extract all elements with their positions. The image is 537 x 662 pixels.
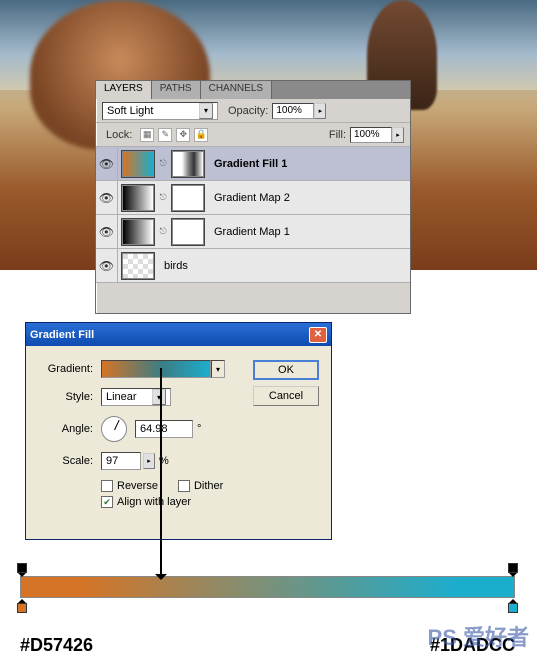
dither-checkbox[interactable] <box>178 480 190 492</box>
cancel-button[interactable]: Cancel <box>253 386 319 406</box>
mask-thumbnail[interactable] <box>172 151 204 177</box>
opacity-input[interactable]: 100% <box>272 103 314 119</box>
opacity-stop-right[interactable] <box>508 563 518 575</box>
style-label: Style: <box>38 391 93 403</box>
hex-left: #D57426 <box>20 635 93 656</box>
gradient-fill-dialog: Gradient Fill ✕ OK Cancel Gradient: ▾ St… <box>25 322 332 540</box>
layers-panel: LAYERS PATHS CHANNELS Soft Light ▾ Opaci… <box>95 80 411 314</box>
layer-name: birds <box>164 260 188 272</box>
fill-input[interactable]: 100% <box>350 127 392 143</box>
panel-tabs: LAYERS PATHS CHANNELS <box>96 81 410 99</box>
layer-name: Gradient Map 1 <box>214 226 290 238</box>
gradient-preview[interactable] <box>101 360 211 378</box>
lock-position-icon[interactable]: ✥ <box>176 128 190 142</box>
fill-label: Fill: <box>329 129 346 141</box>
scale-input[interactable] <box>101 452 141 470</box>
angle-input[interactable] <box>135 420 193 438</box>
eye-icon[interactable]: 👁 <box>99 157 114 171</box>
gradient-editor <box>20 562 515 622</box>
annotation-arrow <box>160 368 162 578</box>
link-icon: ⎋ <box>158 158 168 169</box>
layer-name: Gradient Fill 1 <box>214 158 287 170</box>
tab-paths[interactable]: PATHS <box>152 81 201 99</box>
dialog-title: Gradient Fill <box>30 329 94 341</box>
close-icon[interactable]: ✕ <box>309 327 327 343</box>
dither-label: Dither <box>194 480 223 492</box>
reverse-checkbox[interactable] <box>101 480 113 492</box>
scale-arrow[interactable]: ▸ <box>143 453 155 469</box>
layer-row[interactable]: 👁 birds <box>96 249 410 283</box>
layer-thumbnail[interactable] <box>122 219 154 245</box>
layer-row[interactable]: 👁 ⎋ Gradient Fill 1 <box>96 147 410 181</box>
gradient-dropdown-arrow[interactable]: ▾ <box>211 360 225 378</box>
chevron-down-icon: ▾ <box>199 103 213 119</box>
blend-opacity-row: Soft Light ▾ Opacity: 100% ▸ <box>96 99 410 123</box>
opacity-label: Opacity: <box>228 105 268 117</box>
chevron-down-icon: ▾ <box>152 389 166 405</box>
opacity-arrow[interactable]: ▸ <box>314 103 326 119</box>
layer-name: Gradient Map 2 <box>214 192 290 204</box>
dialog-titlebar[interactable]: Gradient Fill ✕ <box>26 323 331 346</box>
lock-all-icon[interactable]: 🔒 <box>194 128 208 142</box>
fill-arrow[interactable]: ▸ <box>392 127 404 143</box>
scale-label: Scale: <box>38 455 93 467</box>
eye-icon[interactable]: 👁 <box>99 225 114 239</box>
eye-icon[interactable]: 👁 <box>99 259 114 273</box>
link-icon: ⎋ <box>158 192 168 203</box>
reverse-label: Reverse <box>117 480 158 492</box>
blend-mode-value: Soft Light <box>107 105 153 117</box>
eye-icon[interactable]: 👁 <box>99 191 114 205</box>
opacity-stop-left[interactable] <box>17 563 27 575</box>
layer-thumbnail[interactable] <box>122 151 154 177</box>
lock-fill-row: Lock: ▦ ✎ ✥ 🔒 Fill: 100% ▸ <box>96 123 410 147</box>
align-label: Align with layer <box>117 496 191 508</box>
layer-row[interactable]: 👁 ⎋ Gradient Map 2 <box>96 181 410 215</box>
link-icon: ⎋ <box>158 226 168 237</box>
color-stop-left[interactable] <box>17 599 27 611</box>
gradient-label: Gradient: <box>38 363 93 375</box>
blend-mode-select[interactable]: Soft Light ▾ <box>102 102 218 120</box>
tab-layers[interactable]: LAYERS <box>96 81 152 99</box>
mask-thumbnail[interactable] <box>172 185 204 211</box>
align-checkbox[interactable]: ✔ <box>101 496 113 508</box>
angle-unit: ° <box>197 423 201 435</box>
tab-channels[interactable]: CHANNELS <box>201 81 272 99</box>
layer-thumbnail[interactable] <box>122 185 154 211</box>
gradient-bar[interactable] <box>20 576 515 598</box>
lock-transparency-icon[interactable]: ▦ <box>140 128 154 142</box>
mask-thumbnail[interactable] <box>172 219 204 245</box>
ok-button[interactable]: OK <box>253 360 319 380</box>
lock-pixels-icon[interactable]: ✎ <box>158 128 172 142</box>
watermark: PS 爱好者 <box>428 620 529 652</box>
color-stop-right[interactable] <box>508 599 518 611</box>
angle-label: Angle: <box>38 423 93 435</box>
layer-row[interactable]: 👁 ⎋ Gradient Map 1 <box>96 215 410 249</box>
angle-knob[interactable] <box>101 416 127 442</box>
lock-label: Lock: <box>106 129 132 141</box>
layer-thumbnail[interactable] <box>122 253 154 279</box>
